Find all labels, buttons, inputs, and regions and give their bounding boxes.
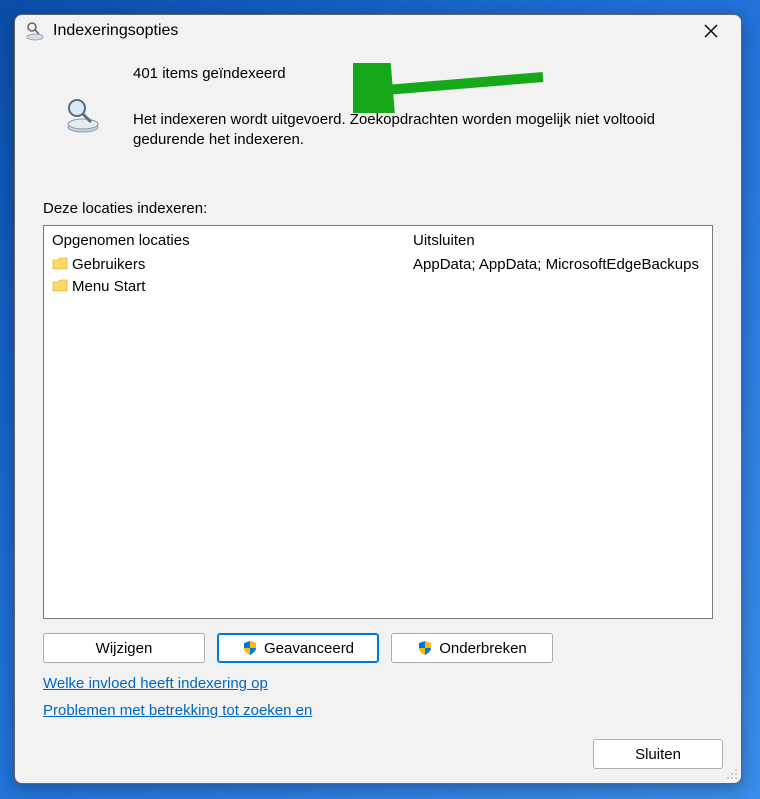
table-row: [413, 275, 704, 297]
pause-button[interactable]: Onderbreken: [391, 633, 553, 663]
status-text: 401 items geïndexeerd Het indexeren word…: [133, 65, 713, 151]
content-area: 401 items geïndexeerd Het indexeren word…: [15, 47, 741, 740]
help-links: Welke invloed heeft indexering op Proble…: [43, 675, 713, 729]
table-row: AppData; AppData; MicrosoftEdgeBackups: [413, 253, 704, 275]
button-label: Onderbreken: [439, 640, 527, 657]
resize-grip-icon[interactable]: [724, 766, 738, 780]
table-row[interactable]: Menu Start: [52, 275, 397, 297]
included-header: Opgenomen locaties: [52, 232, 397, 249]
indexing-icon: [25, 21, 45, 41]
status-block: 401 items geïndexeerd Het indexeren word…: [43, 65, 713, 151]
table-row[interactable]: Gebruikers: [52, 253, 397, 275]
location-name: Gebruikers: [72, 256, 145, 273]
indexing-magnifier-icon: [63, 95, 103, 135]
button-label: Sluiten: [635, 746, 681, 763]
excluded-header: Uitsluiten: [413, 232, 704, 249]
advanced-button[interactable]: Geavanceerd: [217, 633, 379, 663]
locations-label: Deze locaties indexeren:: [43, 200, 713, 217]
influence-link[interactable]: Welke invloed heeft indexering op: [43, 675, 268, 692]
exclude-value: AppData; AppData; MicrosoftEdgeBackups: [413, 256, 699, 273]
button-label: Wijzigen: [96, 640, 153, 657]
excluded-column: Uitsluiten AppData; AppData; MicrosoftEd…: [405, 226, 712, 618]
location-name: Menu Start: [72, 278, 145, 295]
close-button[interactable]: [689, 16, 733, 46]
titlebar: Indexeringsopties: [15, 15, 741, 47]
footer: Sluiten: [15, 739, 741, 783]
locations-listbox[interactable]: Opgenomen locaties Gebruikers Menu Start…: [43, 225, 713, 619]
folder-icon: [52, 257, 68, 271]
shield-icon: [242, 640, 258, 656]
troubleshoot-link[interactable]: Problemen met betrekking tot zoeken en: [43, 702, 312, 719]
close-dialog-button[interactable]: Sluiten: [593, 739, 723, 769]
shield-icon: [417, 640, 433, 656]
close-icon: [704, 24, 718, 38]
indexed-count: 401 items geïndexeerd: [133, 65, 713, 82]
window-title: Indexeringsopties: [53, 22, 689, 40]
indexing-status-message: Het indexeren wordt uitgevoerd. Zoekopdr…: [133, 110, 713, 151]
button-row: Wijzigen Geavanceerd: [43, 633, 713, 663]
button-label: Geavanceerd: [264, 640, 354, 657]
indexing-options-window: Indexeringsopties 401 items geïndexeerd …: [14, 14, 742, 784]
folder-icon: [52, 279, 68, 293]
modify-button[interactable]: Wijzigen: [43, 633, 205, 663]
included-column: Opgenomen locaties Gebruikers Menu Start: [44, 226, 405, 618]
